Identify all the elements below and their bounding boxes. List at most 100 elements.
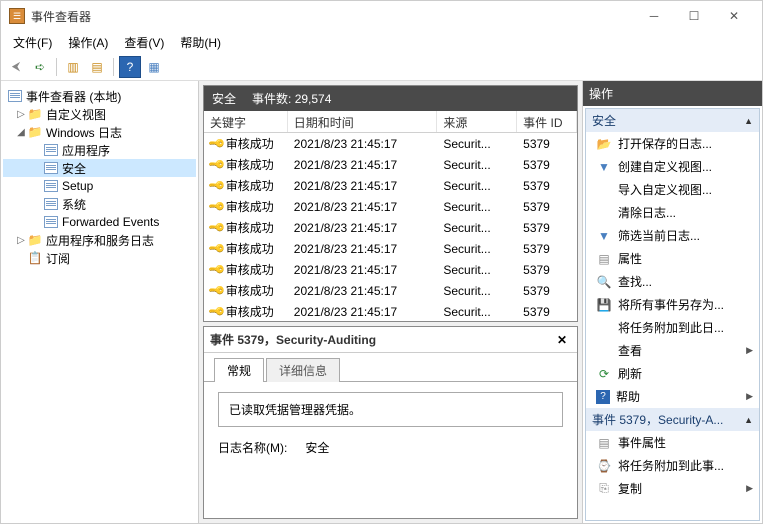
detail-close-button[interactable]: ✕ (553, 333, 571, 347)
col-datetime[interactable]: 日期和时间 (288, 111, 438, 132)
action-properties[interactable]: ▤属性 (586, 247, 759, 270)
key-icon: 🔑 (207, 219, 226, 236)
menu-view[interactable]: 查看(V) (116, 32, 172, 53)
column-headers: 关键字 日期和时间 来源 事件 ID (204, 111, 577, 133)
table-row[interactable]: 🔑审核成功2021/8/23 21:45:17Securit...5379 (204, 259, 577, 280)
cell-id: 5379 (517, 305, 577, 319)
action-import-custom-view[interactable]: 导入自定义视图... (586, 178, 759, 201)
collapse-icon[interactable]: ◢ (15, 127, 27, 138)
tree-security[interactable]: 安全 (3, 159, 196, 177)
cell-source: Securit... (437, 158, 517, 172)
event-detail-panel: 事件 5379，Security-Auditing ✕ 常规 详细信息 已读取凭… (203, 326, 578, 519)
col-id[interactable]: 事件 ID (517, 111, 577, 132)
action-clear-log[interactable]: 清除日志... (586, 201, 759, 224)
tab-general[interactable]: 常规 (214, 358, 264, 382)
blank-icon (596, 343, 612, 359)
action-find[interactable]: 🔍查找... (586, 270, 759, 293)
tree-windows-logs[interactable]: ◢ 📁 Windows 日志 (3, 123, 196, 141)
find-icon: 🔍 (596, 274, 612, 290)
expand-icon[interactable]: ▷ (15, 235, 27, 246)
action-copy[interactable]: ⎘复制▶ (586, 477, 759, 500)
cell-keyword: 审核成功 (226, 177, 274, 194)
menu-action[interactable]: 操作(A) (60, 32, 116, 53)
action-pane-toggle[interactable]: ▤ (86, 56, 108, 78)
folder-icon: 📁 (27, 125, 43, 139)
close-button[interactable]: ✕ (714, 3, 754, 29)
table-row[interactable]: 🔑审核成功2021/8/23 21:45:17Securit...5379 (204, 217, 577, 238)
table-row[interactable]: 🔑审核成功2021/8/23 21:45:17Securit...5379 (204, 301, 577, 321)
action-refresh[interactable]: ⟳刷新 (586, 362, 759, 385)
navigation-tree[interactable]: 事件查看器 (本地) ▷ 📁 自定义视图 ◢ 📁 Windows 日志 应用程序… (1, 81, 199, 523)
menubar: 文件(F) 操作(A) 查看(V) 帮助(H) (1, 31, 762, 53)
actions-group-security[interactable]: 安全 ▲ (586, 109, 759, 132)
action-open-saved-log[interactable]: 📂打开保存的日志... (586, 132, 759, 155)
key-icon: 🔑 (207, 282, 226, 299)
folder-icon: 📁 (27, 107, 43, 121)
actions-group-event[interactable]: 事件 5379，Security-A... ▲ (586, 408, 759, 431)
titlebar: ☰ 事件查看器 ─ ☐ ✕ (1, 1, 762, 31)
tree-label: 自定义视图 (46, 106, 106, 123)
table-row[interactable]: 🔑审核成功2021/8/23 21:45:17Securit...5379 (204, 175, 577, 196)
scope-pane-toggle[interactable]: ▥ (62, 56, 84, 78)
tree-label: 应用程序 (62, 142, 110, 159)
table-row[interactable]: 🔑审核成功2021/8/23 21:45:17Securit...5379 (204, 280, 577, 301)
open-icon: 📂 (596, 136, 612, 152)
cell-source: Securit... (437, 242, 517, 256)
app-icon: ☰ (9, 8, 25, 24)
tree-label: Windows 日志 (46, 124, 122, 141)
cell-id: 5379 (517, 200, 577, 214)
detail-message: 已读取凭据管理器凭据。 (218, 392, 563, 427)
tree-system[interactable]: 系统 (3, 195, 196, 213)
blank-icon (596, 182, 612, 198)
cell-source: Securit... (437, 179, 517, 193)
action-event-properties[interactable]: ▤事件属性 (586, 431, 759, 454)
properties-icon: ▤ (596, 435, 612, 451)
action-attach-task-event[interactable]: ⌚将任务附加到此事... (586, 454, 759, 477)
list-header-name: 安全 (212, 90, 236, 107)
back-button[interactable]: ⮜ (5, 56, 27, 78)
action-save-all-events[interactable]: 💾将所有事件另存为... (586, 293, 759, 316)
cell-id: 5379 (517, 137, 577, 151)
table-row[interactable]: 🔑审核成功2021/8/23 21:45:17Securit...5379 (204, 196, 577, 217)
tree-setup[interactable]: Setup (3, 177, 196, 195)
menu-file[interactable]: 文件(F) (5, 32, 60, 53)
action-filter-log[interactable]: ▼筛选当前日志... (586, 224, 759, 247)
table-row[interactable]: 🔑审核成功2021/8/23 21:45:17Securit...5379 (204, 238, 577, 259)
event-rows[interactable]: 🔑审核成功2021/8/23 21:45:17Securit...5379🔑审核… (204, 133, 577, 321)
log-icon (43, 215, 59, 229)
tree-custom-views[interactable]: ▷ 📁 自定义视图 (3, 105, 196, 123)
logname-value: 安全 (305, 439, 329, 456)
forward-button[interactable]: ➪ (29, 56, 51, 78)
tree-application[interactable]: 应用程序 (3, 141, 196, 159)
action-view-submenu[interactable]: 查看▶ (586, 339, 759, 362)
task-icon: ⌚ (596, 458, 612, 474)
tab-details[interactable]: 详细信息 (266, 358, 340, 382)
col-source[interactable]: 来源 (437, 111, 517, 132)
cell-datetime: 2021/8/23 21:45:17 (288, 179, 438, 193)
table-row[interactable]: 🔑审核成功2021/8/23 21:45:17Securit...5379 (204, 154, 577, 175)
detail-tabs: 常规 详细信息 (204, 353, 577, 382)
log-icon (43, 143, 59, 157)
preview-toggle[interactable]: ▦ (143, 56, 165, 78)
cell-source: Securit... (437, 305, 517, 319)
table-row[interactable]: 🔑审核成功2021/8/23 21:45:17Securit...5379 (204, 133, 577, 154)
menu-help[interactable]: 帮助(H) (172, 32, 229, 53)
tree-forwarded[interactable]: Forwarded Events (3, 213, 196, 231)
help-button[interactable]: ? (119, 56, 141, 78)
detail-title: 事件 5379，Security-Auditing (210, 331, 553, 348)
tree-app-service-logs[interactable]: ▷ 📁 应用程序和服务日志 (3, 231, 196, 249)
action-create-custom-view[interactable]: ▼创建自定义视图... (586, 155, 759, 178)
key-icon: 🔑 (207, 240, 226, 257)
tree-root[interactable]: 事件查看器 (本地) (3, 87, 196, 105)
minimize-button[interactable]: ─ (634, 3, 674, 29)
properties-icon: ▤ (596, 251, 612, 267)
cell-keyword: 审核成功 (226, 303, 274, 320)
action-attach-task-log[interactable]: 将任务附加到此日... (586, 316, 759, 339)
maximize-button[interactable]: ☐ (674, 3, 714, 29)
expand-icon[interactable]: ▷ (15, 109, 27, 120)
action-help[interactable]: ?帮助▶ (586, 385, 759, 408)
tree-root-label: 事件查看器 (本地) (26, 88, 121, 105)
copy-icon: ⎘ (596, 481, 612, 497)
col-keyword[interactable]: 关键字 (204, 111, 288, 132)
tree-subscriptions[interactable]: 📋 订阅 (3, 249, 196, 267)
